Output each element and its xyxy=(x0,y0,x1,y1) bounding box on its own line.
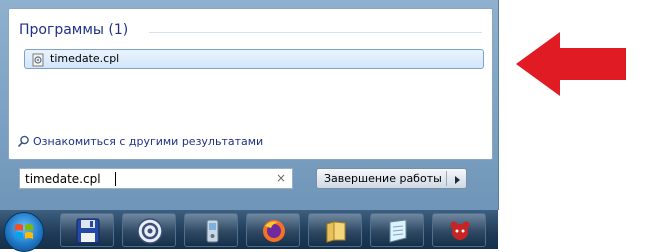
red-arrow-icon xyxy=(516,32,626,96)
shutdown-button-group: Завершение работы xyxy=(316,168,467,189)
taskbar-item-firefox[interactable] xyxy=(246,213,300,247)
taskbar-item-bittorrent[interactable] xyxy=(122,213,176,247)
text-caret xyxy=(115,172,116,186)
firefox-icon xyxy=(263,220,285,242)
phone-icon xyxy=(206,219,219,243)
shutdown-options-arrow-icon[interactable] xyxy=(450,172,464,186)
taskbar-item-explorer[interactable] xyxy=(308,213,362,247)
programs-group-header: Программы (1) xyxy=(19,22,129,38)
start-menu: Программы (1) timedate.cpl Ознакомиться … xyxy=(0,0,499,210)
group-divider xyxy=(149,32,482,33)
notepad-icon xyxy=(389,219,407,243)
taskbar-item-notepad[interactable] xyxy=(370,213,424,247)
game-app-icon xyxy=(450,221,470,240)
shutdown-button[interactable]: Завершение работы xyxy=(324,172,442,185)
windows-logo-icon xyxy=(15,224,33,239)
taskbar-item-phone[interactable] xyxy=(184,213,238,247)
taskbar-item-game[interactable] xyxy=(432,213,486,247)
control-panel-file-icon xyxy=(31,52,45,67)
magnifier-icon xyxy=(17,135,29,148)
see-more-results-label: Ознакомиться с другими результатами xyxy=(33,135,264,148)
search-input[interactable]: timedate.cpl × xyxy=(19,168,293,189)
taskbar-item-floppy[interactable] xyxy=(60,213,114,247)
search-results-pane: Программы (1) timedate.cpl Ознакомиться … xyxy=(8,8,493,160)
clear-search-icon[interactable]: × xyxy=(276,171,286,185)
floppy-save-icon xyxy=(76,218,100,244)
shutdown-divider xyxy=(446,171,447,186)
folder-icon xyxy=(326,221,346,243)
search-result-timedate[interactable]: timedate.cpl xyxy=(24,49,484,69)
start-button[interactable] xyxy=(4,212,44,252)
bittorrent-icon xyxy=(137,218,163,244)
taskbar xyxy=(0,210,498,252)
search-result-label: timedate.cpl xyxy=(50,52,120,65)
search-input-value: timedate.cpl xyxy=(25,172,101,186)
